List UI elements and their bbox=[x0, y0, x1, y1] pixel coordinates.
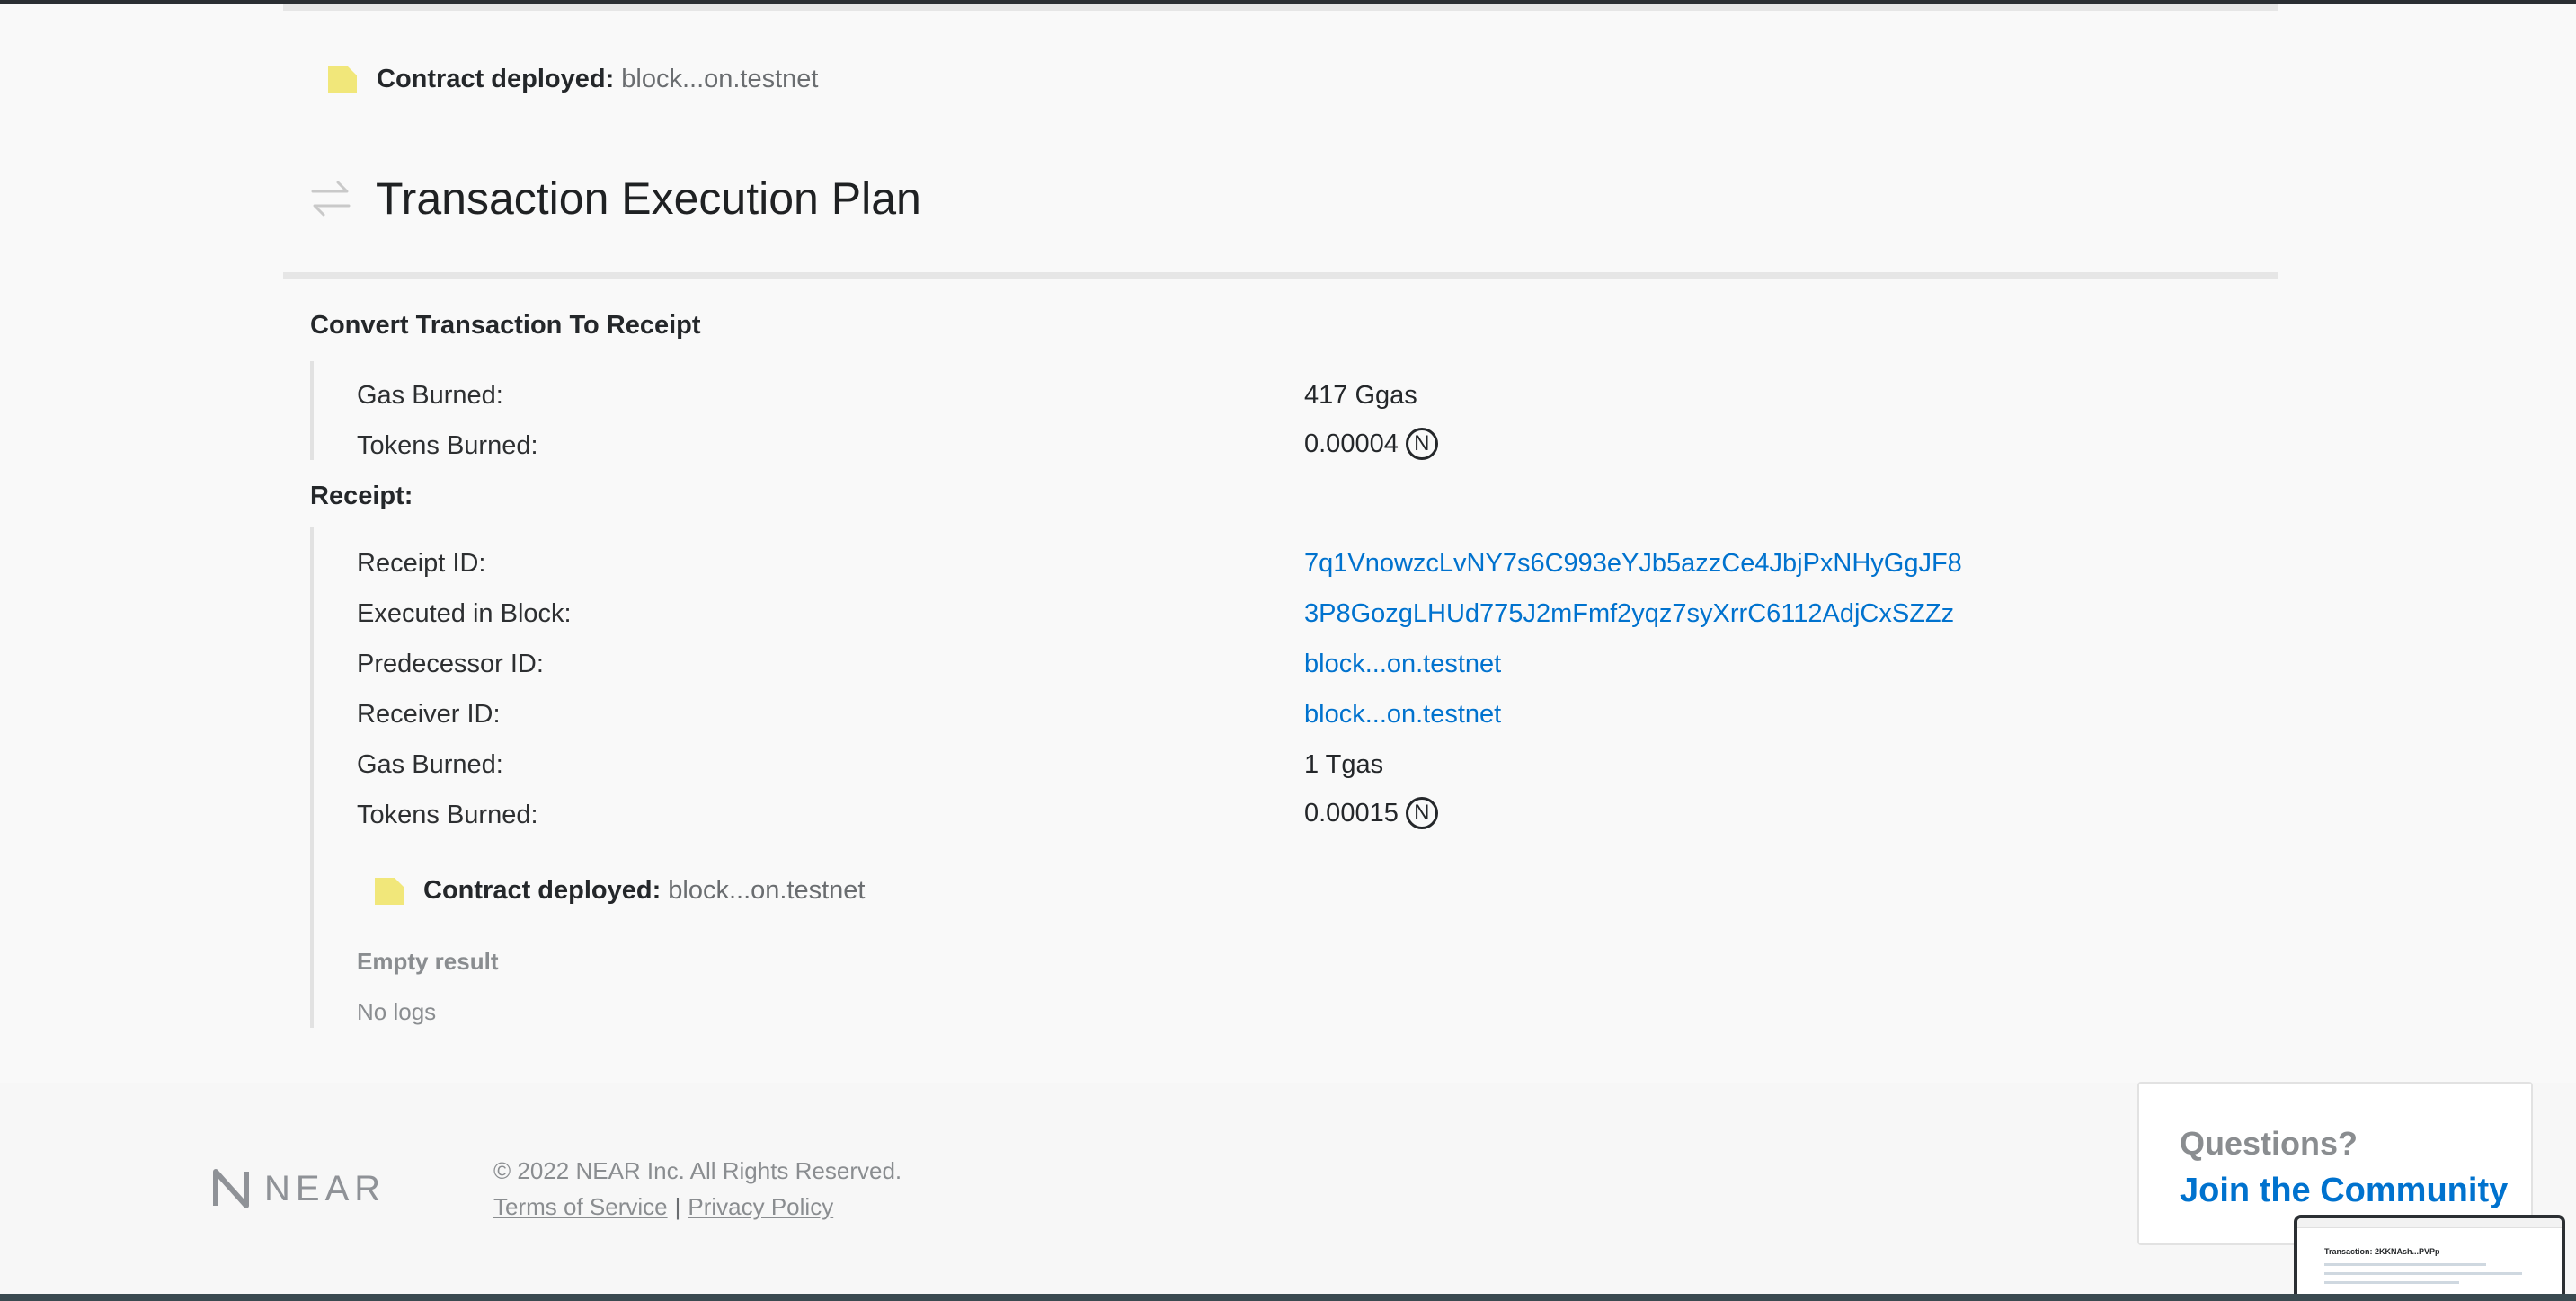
receipt-contract-deployed-row: Contract deployed: block...on.testnet bbox=[375, 876, 866, 906]
near-token-icon: N bbox=[1405, 428, 1438, 460]
section-divider bbox=[283, 272, 2278, 279]
executed-block-label: Executed in Block: bbox=[357, 599, 572, 628]
convert-heading: Convert Transaction To Receipt bbox=[310, 311, 701, 340]
receipt-gas-label: Gas Burned: bbox=[357, 750, 503, 779]
empty-result-text: Empty result bbox=[357, 948, 499, 975]
thumbnail-title: Transaction: 2KKNAsh...PVPp bbox=[2324, 1247, 2440, 1256]
near-token-icon: N bbox=[1405, 797, 1438, 829]
thumbnail-line bbox=[2324, 1272, 2522, 1275]
convert-gas-label: Gas Burned: bbox=[357, 381, 503, 410]
sticky-note-icon bbox=[375, 877, 404, 905]
privacy-policy-link[interactable]: Privacy Policy bbox=[688, 1193, 833, 1221]
near-logo-text: NEAR bbox=[264, 1168, 386, 1208]
near-logo-icon bbox=[213, 1169, 249, 1208]
thumbnail-line bbox=[2324, 1281, 2459, 1284]
terms-of-service-link[interactable]: Terms of Service bbox=[493, 1193, 668, 1221]
footer-link-separator: | bbox=[674, 1193, 681, 1220]
section-title: Transaction Execution Plan bbox=[376, 173, 921, 224]
receipt-tokens-label: Tokens Burned: bbox=[357, 801, 538, 829]
contract-deployed-value: block...on.testnet bbox=[668, 876, 866, 905]
receipt-heading: Receipt: bbox=[310, 482, 413, 510]
thumbnail-line bbox=[2324, 1263, 2486, 1266]
receipt-id-label: Receipt ID: bbox=[357, 549, 486, 578]
receipt-id-link[interactable]: 7q1VnowzcLvNY7s6C993eYJb5azzCe4JbjPxNHyG… bbox=[1304, 549, 1962, 579]
predecessor-id-label: Predecessor ID: bbox=[357, 650, 544, 678]
near-logo[interactable]: NEAR bbox=[210, 1168, 386, 1209]
questions-text: Questions? bbox=[2180, 1125, 2358, 1162]
window-bottom-edge bbox=[0, 1294, 2576, 1301]
contract-deployed-row: Contract deployed: block...on.testnet bbox=[328, 65, 819, 94]
receiver-id-label: Receiver ID: bbox=[357, 700, 501, 729]
sticky-note-icon bbox=[328, 66, 357, 93]
convert-tokens-label: Tokens Burned: bbox=[357, 431, 538, 460]
section-header: Transaction Execution Plan bbox=[306, 173, 921, 225]
convert-indent-line bbox=[310, 361, 314, 460]
predecessor-id-link[interactable]: block...on.testnet bbox=[1304, 650, 1501, 679]
convert-tokens-value: 0.00004 N bbox=[1304, 428, 1438, 460]
receipt-tokens-value: 0.00015 N bbox=[1304, 797, 1438, 829]
contract-deployed-value: block...on.testnet bbox=[621, 65, 819, 93]
section-divider-top bbox=[283, 4, 2278, 11]
thumbnail-toolbar bbox=[2297, 1218, 2562, 1228]
join-community-link[interactable]: Join the Community bbox=[2180, 1172, 2508, 1210]
receipt-indent-line bbox=[310, 527, 314, 1028]
receiver-id-link[interactable]: block...on.testnet bbox=[1304, 700, 1501, 730]
contract-deployed-label: Contract deployed: bbox=[423, 876, 662, 905]
executed-block-link[interactable]: 3P8GozgLHUd775J2mFmf2yqz7syXrrC6112AdjCx… bbox=[1304, 599, 1954, 629]
arrows-exchange-icon bbox=[311, 181, 351, 217]
copyright-text: © 2022 NEAR Inc. All Rights Reserved. bbox=[493, 1157, 902, 1184]
contract-deployed-label: Contract deployed: bbox=[377, 65, 615, 93]
convert-gas-value: 417 Ggas bbox=[1304, 381, 1417, 410]
receipt-gas-value: 1 Tgas bbox=[1304, 750, 1384, 779]
screenshot-thumbnail[interactable]: Transaction: 2KKNAsh...PVPp bbox=[2294, 1215, 2565, 1301]
no-logs-text: No logs bbox=[357, 998, 437, 1025]
footer-links: Terms of Service | Privacy Policy bbox=[493, 1193, 833, 1221]
